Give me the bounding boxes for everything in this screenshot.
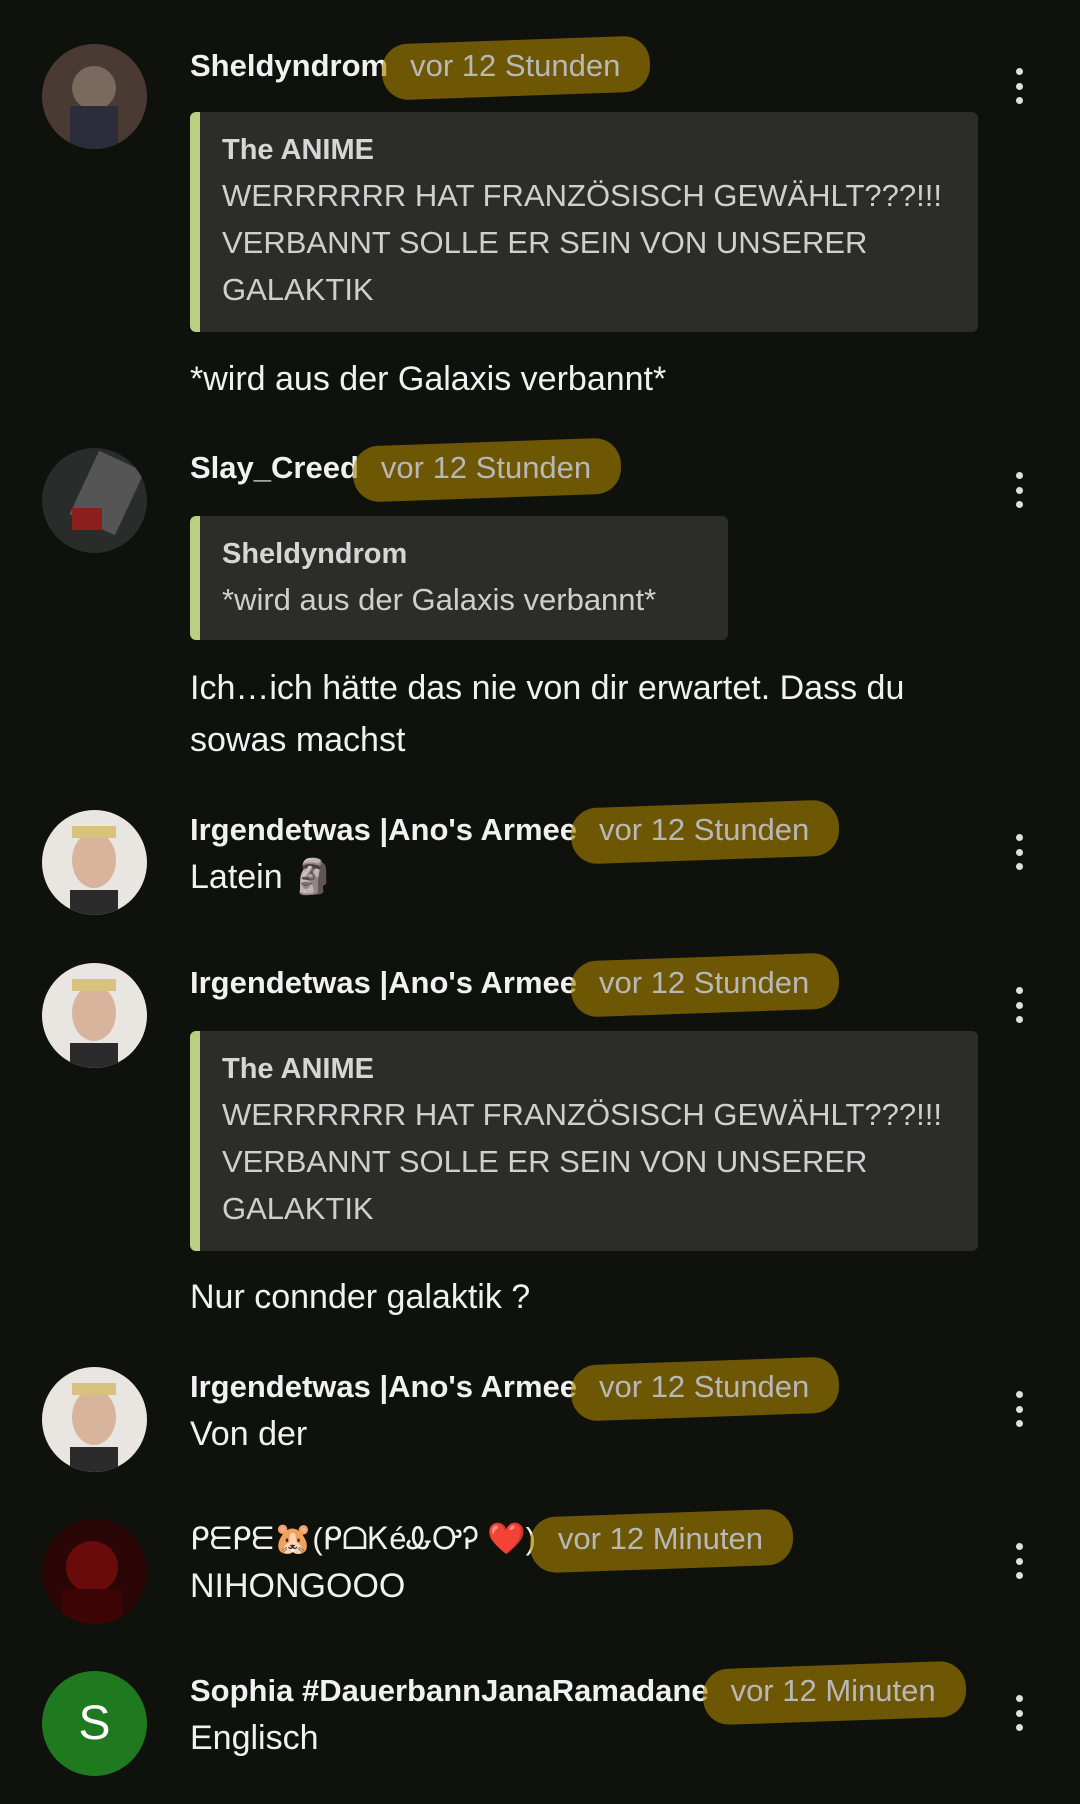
comment-text: Von der [190, 1415, 308, 1453]
comment-timestamp[interactable]: vor 12 Stunden [570, 1356, 841, 1422]
comment-text: NIHONGOOO [190, 1567, 406, 1605]
comment-timestamp[interactable]: vor 12 Stunden [570, 952, 841, 1018]
comment-timestamp[interactable]: vor 12 Minuten [529, 1508, 794, 1574]
avatar[interactable] [42, 963, 147, 1068]
avatar[interactable]: S [42, 1671, 147, 1776]
quoted-comment: The ANIME WERRRRRR HAT FRANZÖSISCH GEWÄH… [190, 112, 978, 332]
comment-text: Latein 🗿 [190, 858, 335, 896]
comment-text: Englisch [190, 1719, 319, 1757]
comment-text: *wird aus der Galaxis verbannt* [190, 360, 667, 398]
comment-author[interactable]: Slay_Creed [190, 450, 359, 486]
comment-author[interactable]: ᑭᗴᑭᗴ🐹(ᑭᗝᏦéᎲᎤᎮ ❤️) [190, 1520, 536, 1558]
quoted-comment: The ANIME WERRRRRR HAT FRANZÖSISCH GEWÄH… [190, 1031, 978, 1251]
quote-author: The ANIME [222, 134, 374, 166]
quoted-comment: Sheldyndrom *wird aus der Galaxis verban… [190, 516, 728, 640]
comment-author[interactable]: Irgendetwas |Ano's Armee [190, 812, 577, 848]
comment-author[interactable]: Sophia #DauerbannJanaRamadane [190, 1673, 709, 1709]
comment-text: Ich…ich hätte das nie von dir erwartet. … [190, 669, 905, 759]
quote-author: The ANIME [222, 1053, 374, 1085]
comment-author[interactable]: Irgendetwas |Ano's Armee [190, 965, 577, 1001]
comment-author[interactable]: Irgendetwas |Ano's Armee [190, 1369, 577, 1405]
quote-text: WERRRRRR HAT FRANZÖSISCH GEWÄHLT???!!! V… [222, 178, 942, 307]
comment-timestamp[interactable]: vor 12 Stunden [570, 799, 841, 865]
comment-author[interactable]: Sheldyndrom [190, 48, 388, 84]
avatar[interactable] [42, 448, 147, 553]
more-vert-icon[interactable] [1004, 985, 1034, 1025]
avatar-letter: S [78, 1697, 111, 1750]
avatar[interactable] [42, 810, 147, 915]
quote-text: *wird aus der Galaxis verbannt* [222, 582, 657, 617]
comment-timestamp[interactable]: vor 12 Minuten [701, 1660, 967, 1726]
quote-author: Sheldyndrom [222, 538, 408, 570]
more-vert-icon[interactable] [1004, 66, 1034, 106]
quote-text: WERRRRRR HAT FRANZÖSISCH GEWÄHLT???!!! V… [222, 1097, 942, 1226]
avatar[interactable] [42, 44, 147, 149]
comment-timestamp[interactable]: vor 12 Stunden [381, 35, 652, 101]
more-vert-icon[interactable] [1004, 470, 1034, 510]
comment-text: Nur connder galaktik ? [190, 1278, 531, 1316]
comment-timestamp[interactable]: vor 12 Stunden [351, 437, 623, 503]
avatar[interactable] [42, 1367, 147, 1472]
avatar[interactable] [42, 1519, 147, 1624]
